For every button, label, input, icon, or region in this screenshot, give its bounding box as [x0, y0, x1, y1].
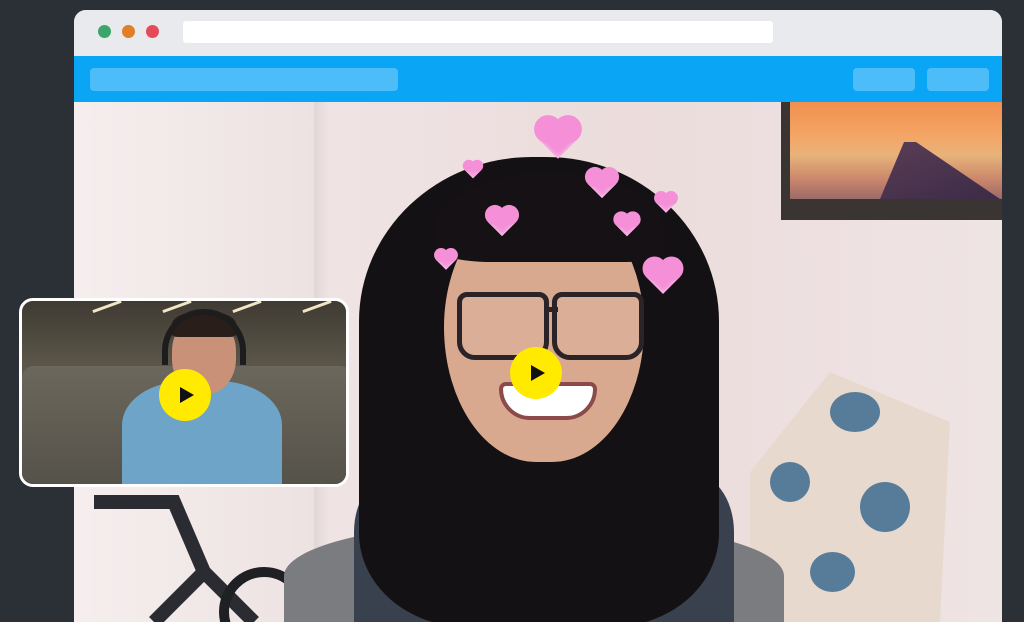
main-video-play-button[interactable] — [510, 347, 562, 399]
title-bar — [74, 10, 1002, 56]
nav-button-1[interactable] — [853, 68, 915, 91]
pip-video-play-button[interactable] — [159, 369, 211, 421]
play-icon — [530, 365, 545, 381]
pillow-pattern — [860, 482, 910, 532]
heart-filter-icon — [538, 119, 578, 159]
glasses-bridge — [544, 307, 558, 312]
pillow-pattern — [830, 392, 880, 432]
pillow-pattern — [810, 552, 855, 592]
landscape-painting — [790, 102, 1002, 199]
nav-button-2[interactable] — [927, 68, 989, 91]
painting-road — [880, 142, 1000, 199]
pillow-pattern — [770, 462, 810, 502]
address-bar[interactable] — [183, 21, 773, 43]
play-icon — [179, 387, 194, 403]
close-window-button[interactable] — [98, 25, 111, 38]
nav-search-field[interactable] — [90, 68, 398, 91]
pip-video-feed[interactable] — [19, 298, 349, 487]
zoom-window-button[interactable] — [146, 25, 159, 38]
app-navbar — [74, 56, 1002, 102]
wall-picture-frame — [781, 102, 1002, 220]
minimize-window-button[interactable] — [122, 25, 135, 38]
glasses-right-lens — [552, 292, 644, 360]
